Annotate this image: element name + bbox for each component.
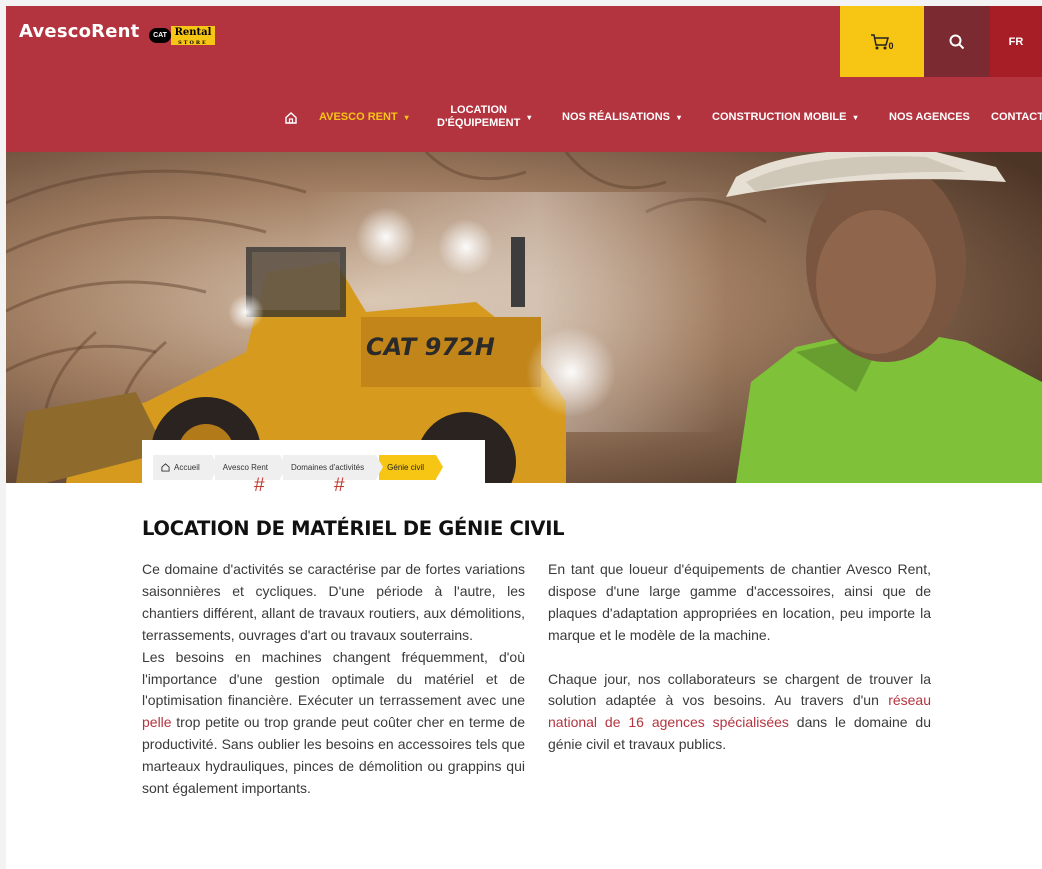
breadcrumb-label: Avesco Rent xyxy=(222,463,269,472)
breadcrumb-label: Génie civil xyxy=(387,463,425,472)
breadcrumb-item-domaines[interactable]: Domaines d'activités xyxy=(283,455,384,480)
breadcrumb-item-accueil[interactable]: Accueil xyxy=(153,455,219,480)
hero-machine-label: CAT 972H xyxy=(366,333,495,361)
nav-label: Nos Réalisations xyxy=(562,111,670,123)
chevron-down-icon: ▾ xyxy=(676,112,681,122)
rental-sub-label: STORE xyxy=(178,40,208,46)
paragraph: Chaque jour, nos collaborateurs se charg… xyxy=(548,669,931,757)
nav-item-location-equipement[interactable]: Location d'Équipement ▾ xyxy=(437,94,531,140)
hash-marker: # xyxy=(254,475,265,496)
pelle-link[interactable]: pelle xyxy=(142,714,172,730)
breadcrumb-label: Domaines d'activités xyxy=(291,463,365,472)
hero-illustration: CAT 972H xyxy=(6,152,1042,483)
home-icon xyxy=(161,463,170,472)
nav-item-contact[interactable]: Contact xyxy=(991,94,1042,140)
breadcrumb-item-current: Génie civil xyxy=(379,455,443,480)
cart-button[interactable]: 0 xyxy=(840,6,924,77)
nav-item-realisations[interactable]: Nos Réalisations ▾ xyxy=(562,94,681,140)
content-column-left: Ce domaine d'activités se caractérise pa… xyxy=(142,559,525,800)
paragraph-text: trop petite ou trop grande peut coûter c… xyxy=(142,714,525,797)
content-column-right: En tant que loueur d'équipements de chan… xyxy=(548,559,931,756)
nav-item-avesco-rent[interactable]: Avesco Rent ▾ xyxy=(319,94,409,140)
chevron-down-icon: ▾ xyxy=(853,112,858,122)
paragraph: Les besoins en machines changent fréquem… xyxy=(142,647,525,800)
logo-text[interactable]: AvescoRent xyxy=(19,21,139,42)
paragraph-text: Chaque jour, nos collaborateurs se charg… xyxy=(548,670,931,709)
language-button[interactable]: FR xyxy=(990,6,1042,77)
breadcrumb-item-avesco-rent[interactable]: Avesco Rent xyxy=(214,455,288,480)
search-icon xyxy=(949,34,965,49)
rental-label: Rental xyxy=(174,27,212,38)
nav-label-group: Location d'Équipement xyxy=(437,104,520,130)
search-button[interactable] xyxy=(924,6,990,77)
chevron-down-icon: ▾ xyxy=(527,112,532,122)
breadcrumb-label: Accueil xyxy=(174,463,200,472)
hash-marker: # xyxy=(334,475,345,496)
paragraph: En tant que loueur d'équipements de chan… xyxy=(548,561,931,643)
chevron-down-icon: ▾ xyxy=(404,112,409,122)
paragraph-text: Les besoins en machines changent fréquem… xyxy=(142,648,525,709)
nav-item-construction-mobile[interactable]: Construction Mobile ▾ xyxy=(712,94,857,140)
nav-label-line2: d'Équipement xyxy=(437,117,521,129)
breadcrumb: Accueil Avesco Rent Domaines d'activités… xyxy=(142,440,485,483)
rental-store-logo: Rental STORE xyxy=(171,26,215,46)
nav-label: Contact xyxy=(991,111,1042,123)
nav-label: Construction Mobile xyxy=(712,111,847,123)
page-title: LOCATION DE MATÉRIEL DE GÉNIE CIVIL xyxy=(142,517,565,540)
site-header: AvescoRent CAT Rental STORE 0 FR Avesco … xyxy=(6,6,1042,152)
nav-label: Avesco Rent xyxy=(319,111,398,123)
breadcrumb-trail: Accueil Avesco Rent Domaines d'activités… xyxy=(153,455,443,480)
main-nav: Avesco Rent ▾ Location d'Équipement ▾ No… xyxy=(6,94,1042,140)
nav-item-agences[interactable]: Nos Agences xyxy=(889,94,970,140)
home-icon[interactable] xyxy=(284,111,298,125)
paragraph: Ce domaine d'activités se caractérise pa… xyxy=(142,561,525,643)
nav-label: Nos Agences xyxy=(889,111,970,123)
cart-icon xyxy=(871,33,890,49)
nav-label: Location xyxy=(450,104,507,116)
hero-image: CAT 972H xyxy=(6,152,1042,483)
cart-count: 0 xyxy=(888,40,894,51)
cat-logo: CAT xyxy=(149,28,171,43)
